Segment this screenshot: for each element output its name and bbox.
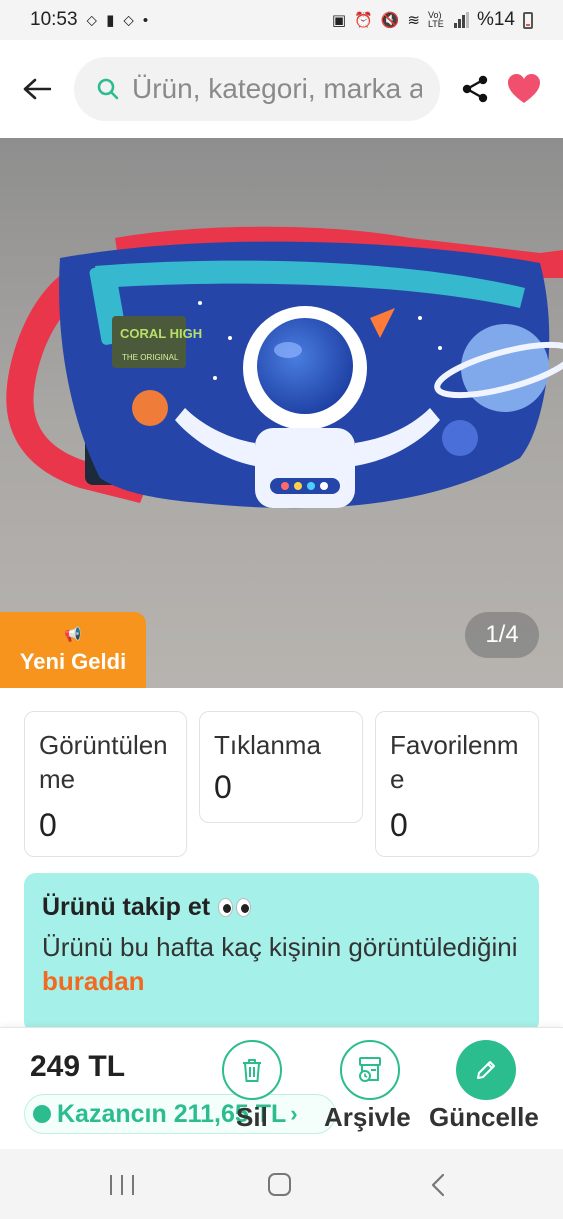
nfc-icon: ▣: [331, 11, 347, 29]
new-arrival-badge: 📢 Yeni Geldi: [0, 612, 146, 688]
back-button[interactable]: [20, 72, 54, 106]
status-bar: 10:53 ⬦ ▮ ⬦ • ▣ ⏰ 🔇 ≋ Vo) LTE %14: [0, 0, 563, 40]
follow-title: Ürünü takip et: [42, 893, 521, 922]
earnings-pill[interactable]: Kazancın 211,65 TL ›: [24, 1094, 336, 1134]
follow-description: Ürünü bu hafta kaç kişinin görüntülediği…: [42, 930, 521, 998]
follow-link[interactable]: buradan: [42, 966, 145, 996]
stat-card-favorites: Favorilenme 0: [375, 711, 539, 857]
archive-button[interactable]: [340, 1040, 400, 1100]
system-back-icon[interactable]: [428, 1173, 448, 1197]
pencil-icon: [477, 1061, 495, 1079]
new-arrival-label: Yeni Geldi: [19, 648, 127, 674]
battery-percentage: %14: [476, 9, 515, 30]
wallet-icon: [33, 1105, 51, 1123]
wifi-icon: ≋: [407, 11, 420, 29]
app-header: [0, 40, 563, 138]
follow-title-text: Ürünü takip et: [42, 893, 211, 921]
megaphone-icon: 📢: [64, 625, 82, 642]
product-photo-waist-bag: CORAL HIGH THE ORIGINAL: [0, 138, 563, 688]
update-label: Güncelle: [429, 1102, 539, 1132]
image-page-indicator: 1/4: [465, 612, 539, 658]
search-bar[interactable]: [74, 57, 440, 121]
arrow-left-icon: [23, 78, 51, 100]
stat-value-favorites: 0: [390, 807, 408, 843]
signal-icon: [453, 12, 469, 28]
system-navigation-bar: [0, 1149, 563, 1219]
bag-brand-sub-label: THE ORIGINAL: [122, 353, 179, 362]
stat-label-favorites: Favorilenme: [390, 730, 519, 794]
search-icon: [97, 78, 119, 100]
favorite-heart-icon[interactable]: [507, 73, 541, 105]
follow-product-card[interactable]: Ürünü takip et Ürünü bu hafta kaç kişini…: [24, 873, 539, 1033]
volte-icon: Vo) LTE: [427, 10, 444, 29]
battery-icon: [523, 11, 533, 29]
home-button[interactable]: [268, 1173, 291, 1196]
archive-icon: [359, 1057, 381, 1082]
trash-icon: [243, 1059, 261, 1082]
archive-label: Arşivle: [324, 1102, 411, 1132]
price: 249 TL: [30, 1050, 126, 1083]
mute-icon: 🔇: [380, 11, 400, 29]
delete-button[interactable]: [222, 1040, 282, 1100]
share-icon[interactable]: [459, 73, 491, 105]
stat-value-clicks: 0: [214, 769, 232, 805]
alarm-icon: ⏰: [354, 11, 373, 29]
chevron-right-icon: ›: [290, 1101, 298, 1126]
dot-icon: •: [142, 11, 149, 29]
navigation-icon: ⬦: [86, 11, 98, 29]
bottom-action-bar: 249 TL Kazancın 211,65 TL › Sil Arşivle …: [0, 1027, 563, 1149]
follow-description-text: Ürünü bu hafta kaç kişinin görüntülediği…: [42, 932, 518, 962]
alert-icon: ▮: [106, 11, 115, 29]
stat-value-views: 0: [39, 807, 57, 843]
eyes-icon: [218, 898, 252, 917]
stat-label-views: Görüntülenme: [39, 730, 168, 794]
stat-label-clicks: Tıklanma: [214, 730, 321, 760]
update-button[interactable]: [456, 1040, 516, 1100]
stat-card-clicks: Tıklanma 0: [199, 711, 363, 823]
product-image-carousel[interactable]: CORAL HIGH THE ORIGINAL 📢 Yeni Geldi 1/4: [0, 138, 563, 688]
navigation-icon-2: ⬦: [123, 11, 134, 29]
status-time: 10:53: [30, 9, 78, 30]
delete-label: Sil: [236, 1102, 268, 1132]
bag-brand-label: CORAL HIGH: [120, 326, 202, 341]
search-input[interactable]: [132, 73, 422, 105]
recent-apps-button[interactable]: [110, 1175, 134, 1195]
stat-card-views: Görüntülenme 0: [24, 711, 187, 857]
